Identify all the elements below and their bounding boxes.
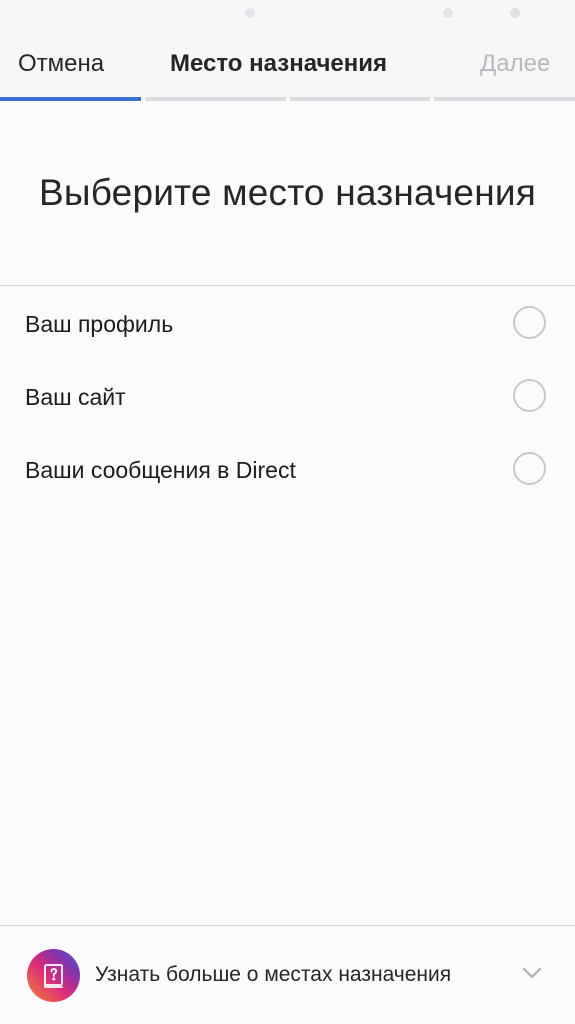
progress-step-2 (144, 97, 286, 101)
section-heading: Выберите место назначения (39, 172, 536, 213)
status-indicator-icon (510, 8, 520, 18)
option-website[interactable]: Ваш сайт (0, 360, 575, 433)
next-button[interactable]: Далее (480, 50, 550, 78)
question-book-icon (27, 949, 80, 1002)
status-indicator-icon (443, 8, 453, 18)
option-profile[interactable]: Ваш профиль (0, 287, 575, 360)
learn-more-label: Узнать больше о местах назначения (95, 963, 452, 986)
destination-options-list: Ваш профиль Ваш сайт Ваши сообщения в Di… (0, 287, 575, 506)
option-direct-messages[interactable]: Ваши сообщения в Direct (0, 433, 575, 506)
page-title: Место назначения (170, 50, 387, 77)
chevron-down-icon[interactable] (521, 965, 543, 981)
cancel-button[interactable]: Отмена (18, 50, 104, 78)
radio-button[interactable] (513, 379, 546, 412)
progress-step-3 (289, 97, 431, 101)
status-bar (0, 0, 575, 28)
progress-step-1 (0, 97, 141, 101)
app-screen: Отмена Место назначения Далее Выберите м… (0, 0, 575, 1024)
divider (0, 285, 575, 286)
learn-more-row[interactable]: Узнать больше о местах назначения (0, 926, 575, 1024)
step-progress-bar (0, 97, 575, 101)
radio-button[interactable] (513, 306, 546, 339)
radio-button[interactable] (513, 452, 546, 485)
option-label: Ваш профиль (25, 311, 174, 337)
navigation-header: Отмена Место назначения Далее (0, 28, 575, 100)
option-label: Ваши сообщения в Direct (25, 457, 296, 483)
progress-step-4 (434, 97, 575, 101)
option-label: Ваш сайт (25, 384, 126, 410)
status-indicator-icon (245, 8, 255, 18)
